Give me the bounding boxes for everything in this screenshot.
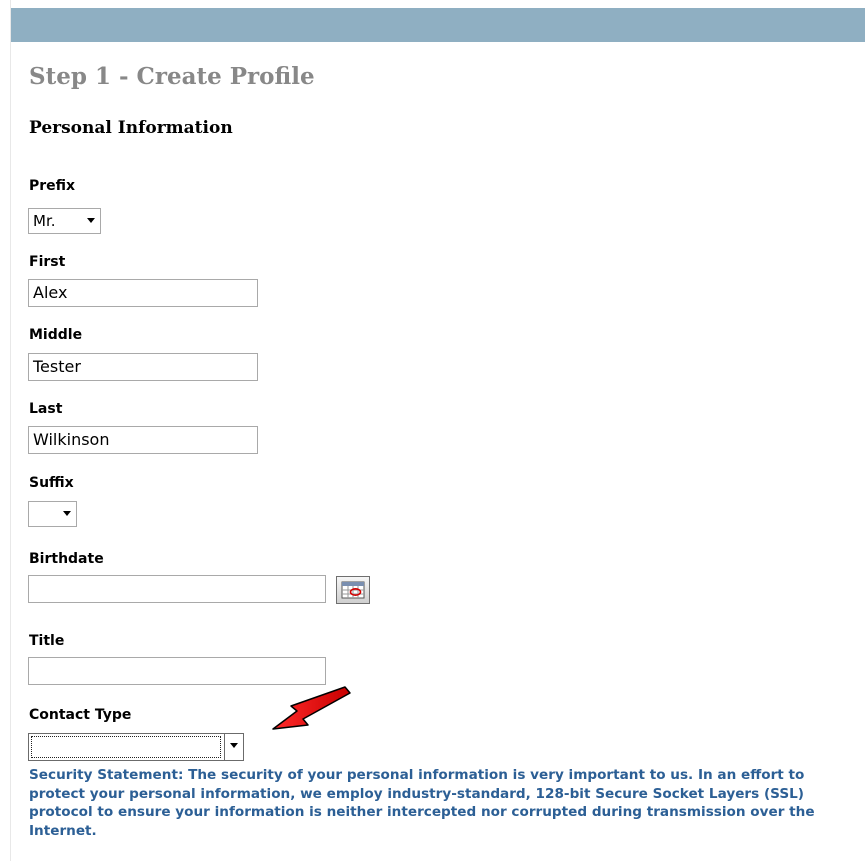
- focus-outline: [31, 736, 221, 758]
- contact-type-select[interactable]: [28, 733, 244, 761]
- birthdate-input[interactable]: [28, 575, 326, 603]
- left-border: [0, 0, 11, 861]
- middle-label: Middle: [29, 327, 83, 343]
- prefix-label: Prefix: [29, 178, 76, 194]
- last-name-input[interactable]: Wilkinson: [28, 426, 258, 454]
- contact-type-label: Contact Type: [29, 707, 132, 723]
- title-label: Title: [29, 633, 65, 649]
- last-label: Last: [29, 401, 63, 417]
- suffix-select[interactable]: [28, 501, 77, 527]
- calendar-button[interactable]: [336, 576, 370, 604]
- page-title: Step 1 - Create Profile: [29, 63, 315, 90]
- header-bar: [11, 8, 865, 42]
- middle-name-input[interactable]: Tester: [28, 353, 258, 381]
- prefix-value: Mr.: [33, 212, 56, 230]
- birthdate-label: Birthdate: [29, 551, 104, 567]
- title-input[interactable]: [28, 657, 326, 685]
- prefix-select[interactable]: Mr.: [28, 208, 101, 234]
- calendar-icon: [341, 581, 365, 599]
- suffix-label: Suffix: [29, 475, 74, 491]
- chevron-down-icon: [63, 511, 71, 516]
- red-arrow-icon: [272, 686, 351, 730]
- first-name-input[interactable]: Alex: [28, 279, 258, 307]
- chevron-down-icon: [230, 743, 238, 748]
- chevron-down-icon: [87, 218, 95, 223]
- first-label: First: [29, 254, 66, 270]
- security-statement: Security Statement: The security of your…: [29, 767, 815, 839]
- section-title: Personal Information: [29, 118, 233, 138]
- dropdown-divider: [224, 734, 225, 760]
